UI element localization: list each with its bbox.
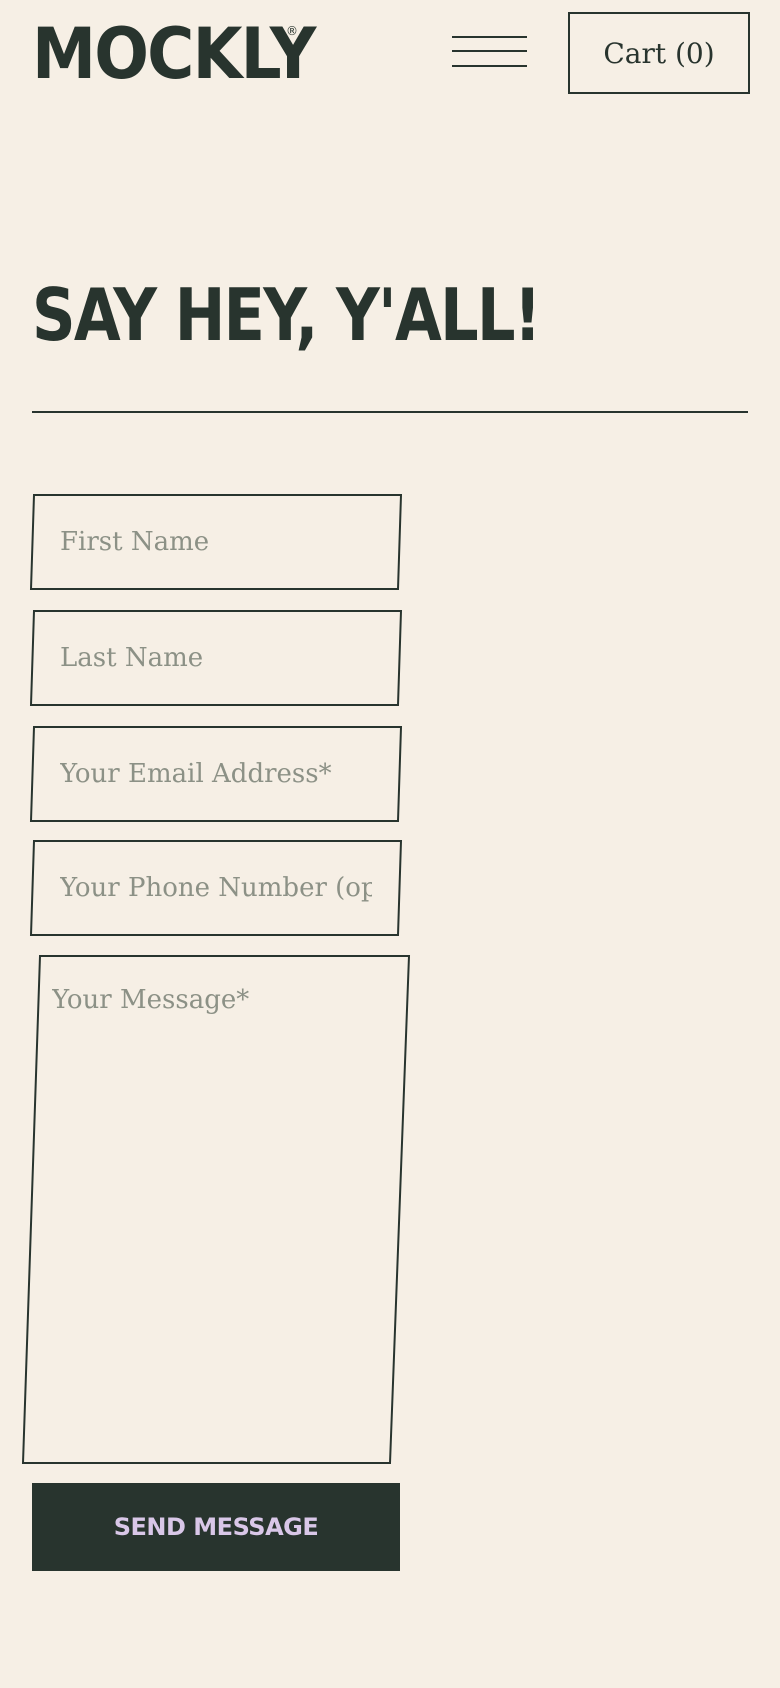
- cart-button[interactable]: Cart (0): [568, 12, 750, 94]
- email-field-frame: [29, 726, 403, 822]
- hamburger-menu-icon: [452, 36, 527, 38]
- last-name-field-frame: [29, 610, 403, 706]
- brand-logo-text: MOCKLY: [32, 13, 316, 95]
- first-name-input[interactable]: [60, 522, 372, 562]
- hamburger-menu-icon: [452, 65, 527, 67]
- hamburger-menu-button[interactable]: [450, 30, 530, 70]
- message-textarea[interactable]: [52, 985, 372, 1425]
- hamburger-menu-icon: [452, 50, 527, 52]
- send-message-button[interactable]: SEND MESSAGE: [32, 1483, 400, 1571]
- page-title: SAY HEY, Y'ALL!: [32, 273, 541, 357]
- first-name-field-frame: [29, 494, 403, 590]
- last-name-input[interactable]: [60, 638, 372, 678]
- phone-field-frame: [29, 840, 403, 936]
- brand-logo[interactable]: MOCKLY ®: [32, 14, 316, 94]
- message-field-frame: [21, 955, 411, 1465]
- email-input[interactable]: [60, 754, 372, 794]
- divider: [32, 411, 748, 413]
- phone-input[interactable]: [60, 868, 372, 908]
- registered-mark: ®: [286, 24, 298, 38]
